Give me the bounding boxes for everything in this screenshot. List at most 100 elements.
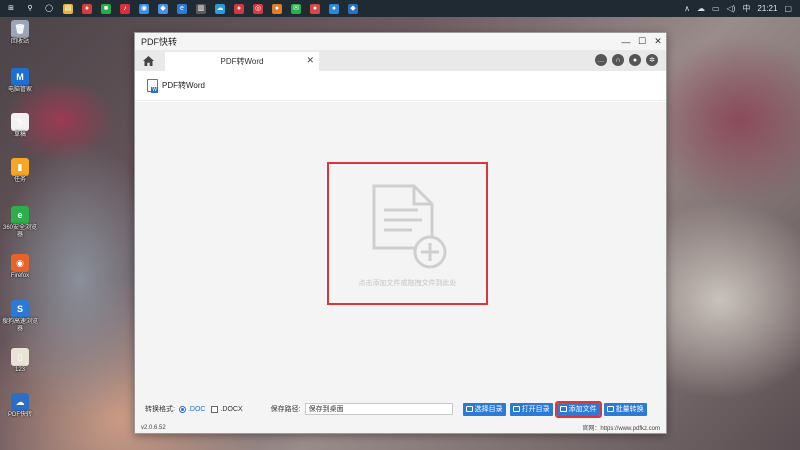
- desktop-app-icon: ◉: [11, 254, 29, 272]
- desktop-icon-label: 回收站: [10, 39, 29, 45]
- headset-icon[interactable]: ∩: [612, 54, 624, 66]
- user-icon[interactable]: ●: [629, 54, 641, 66]
- maximize-button[interactable]: ☐: [634, 33, 650, 50]
- file-explorer-icon[interactable]: ▤: [63, 3, 73, 14]
- cloud-icon[interactable]: ☁: [697, 4, 705, 13]
- app-icon[interactable]: ▥: [196, 3, 206, 14]
- desktop-icon-label: 搜狗高速浏览器: [2, 319, 39, 332]
- task-view-icon[interactable]: ◯: [44, 3, 54, 14]
- desktop-icon-label: 360安全浏览器: [2, 225, 37, 238]
- desktop-icon[interactable]: ▮ 任务: [2, 158, 38, 184]
- desktop-icon-label: Firefox: [10, 273, 30, 279]
- batch-convert-button[interactable]: 批量转换: [603, 402, 647, 416]
- status-bar: v2.0.6.52 官网：https://www.pdfkz.com: [135, 422, 666, 433]
- app-icon[interactable]: ◆: [158, 3, 168, 14]
- app-icon[interactable]: ●: [234, 3, 244, 14]
- desktop-app-icon: ▯: [11, 348, 29, 366]
- tab-close-icon[interactable]: ✕: [306, 55, 314, 66]
- settings-gear-icon[interactable]: ✲: [646, 54, 658, 66]
- desktop-app-icon: S: [11, 300, 29, 318]
- drop-hint: 点击添加文件或拖拽文件到此处: [358, 279, 457, 287]
- header-tools: … ∩ ● ✲: [595, 54, 658, 66]
- title-bar[interactable]: PDF快转 — ☐ ✕: [135, 33, 666, 50]
- batch-convert-label: 批量转换: [615, 406, 644, 413]
- page-header: PDF转Word: [135, 71, 666, 101]
- open-directory-label: 打开目录: [521, 406, 550, 413]
- desktop-icon[interactable]: ▯ 123: [2, 348, 38, 374]
- website-link[interactable]: 官网：https://www.pdfkz.com: [582, 423, 660, 432]
- word-document-icon: [147, 79, 158, 93]
- green-app-icon[interactable]: ■: [101, 3, 111, 14]
- desktop-icon-label: 电脑管家: [7, 87, 32, 93]
- checkbox-icon: [211, 405, 219, 413]
- page-title: PDF转Word: [162, 81, 205, 90]
- window-controls: — ☐ ✕: [618, 33, 666, 50]
- notification-icon[interactable]: ▢: [784, 4, 792, 13]
- taskbar-apps: ⊞ ⚲ ◯ ▤ ● ■ ♪ ◉ ◆ e ▥ ☁ ● ◎ ● ✉ ● ● ◆: [0, 3, 358, 14]
- format-label: 转换格式:: [145, 406, 175, 413]
- desktop-icon[interactable]: ✎ 草稿: [2, 113, 38, 139]
- volume-icon[interactable]: ◁): [727, 4, 736, 13]
- chat-icon[interactable]: …: [595, 54, 607, 66]
- home-button[interactable]: [135, 50, 161, 71]
- chrome-icon[interactable]: ◉: [139, 3, 149, 14]
- desktop-icon-label: 123: [14, 367, 25, 373]
- desktop-icon[interactable]: ◉ Firefox: [2, 254, 38, 280]
- radio-selected-icon: [178, 405, 186, 413]
- desktop-icon[interactable]: e 360安全浏览器: [2, 206, 38, 239]
- clock[interactable]: 21:21: [757, 4, 777, 13]
- desktop-icon-label: 草稿: [13, 132, 26, 138]
- app-icon[interactable]: ◆: [348, 3, 358, 14]
- save-path-input[interactable]: [304, 403, 453, 415]
- version-text: v2.0.6.52: [141, 424, 166, 431]
- desktop-icon[interactable]: S 搜狗高速浏览器: [2, 300, 38, 333]
- app-icon[interactable]: ●: [310, 3, 320, 14]
- desktop-app-icon: M: [11, 68, 29, 86]
- options-bar: 转换格式: .DOC .DOCX 保存路径: 选择目录 打开目录 添加文件 批量…: [135, 398, 666, 420]
- tab-label: PDF转Word: [220, 57, 264, 66]
- network-icon[interactable]: ▭: [712, 4, 720, 13]
- desktop-icon-label: 任务: [13, 177, 26, 183]
- app-icon[interactable]: ☁: [215, 3, 225, 14]
- open-directory-button[interactable]: 打开目录: [509, 402, 553, 416]
- chevron-up-icon[interactable]: ∧: [684, 4, 690, 13]
- window-title: PDF快转: [141, 37, 178, 47]
- add-document-icon: [372, 184, 446, 268]
- convert-icon: [606, 406, 614, 412]
- edge-icon[interactable]: e: [177, 3, 187, 14]
- tab-pdf-to-word[interactable]: PDF转Word ✕: [165, 52, 319, 71]
- desktop-app-icon: ✎: [11, 113, 29, 131]
- app-icon[interactable]: ◎: [253, 3, 263, 14]
- add-file-label: 添加文件: [568, 406, 597, 413]
- red-app-icon[interactable]: ●: [82, 3, 92, 14]
- folder-icon: [465, 406, 473, 412]
- desktop-icon[interactable]: 🗑 回收站: [2, 20, 38, 46]
- windows-logo-icon[interactable]: ⊞: [6, 3, 16, 14]
- system-tray: ∧ ☁ ▭ ◁) 中 21:21 ▢: [684, 3, 800, 14]
- format-docx-label: .DOCX: [220, 405, 243, 413]
- choose-directory-button[interactable]: 选择目录: [462, 402, 506, 416]
- desktop-icon[interactable]: ☁ PDF快转: [2, 393, 38, 419]
- netease-music-icon[interactable]: ♪: [120, 3, 130, 14]
- add-icon: [559, 406, 567, 412]
- tab-bar: PDF转Word ✕ … ∩ ● ✲: [135, 50, 666, 71]
- app-icon[interactable]: ●: [329, 3, 339, 14]
- desktop-app-icon: e: [11, 206, 29, 224]
- desktop-icon[interactable]: M 电脑管家: [2, 68, 38, 94]
- search-icon[interactable]: ⚲: [25, 3, 35, 14]
- input-method-icon[interactable]: 中: [742, 3, 750, 14]
- add-file-button[interactable]: 添加文件: [554, 400, 602, 418]
- file-drop-zone[interactable]: 点击添加文件或拖拽文件到此处: [327, 162, 488, 305]
- close-button[interactable]: ✕: [650, 33, 666, 50]
- taskbar: ⊞ ⚲ ◯ ▤ ● ■ ♪ ◉ ◆ e ▥ ☁ ● ◎ ● ✉ ● ● ◆ ∧ ☁ ▭ ◁) 中 21:21 ▢: [0, 0, 800, 17]
- format-doc-radio[interactable]: .DOC: [178, 405, 205, 413]
- wechat-icon[interactable]: ✉: [291, 3, 301, 14]
- desktop-app-icon: ▮: [11, 158, 29, 176]
- format-docx-checkbox[interactable]: .DOCX: [211, 405, 243, 413]
- folder-open-icon: [512, 406, 520, 412]
- minimize-button[interactable]: —: [618, 33, 634, 50]
- desktop-app-icon: ☁: [11, 393, 29, 411]
- app-window: PDF快转 — ☐ ✕ PDF转Word ✕ … ∩ ● ✲ PDF转Word: [134, 32, 667, 434]
- save-path-label: 保存路径:: [270, 406, 301, 413]
- app-icon[interactable]: ●: [272, 3, 282, 14]
